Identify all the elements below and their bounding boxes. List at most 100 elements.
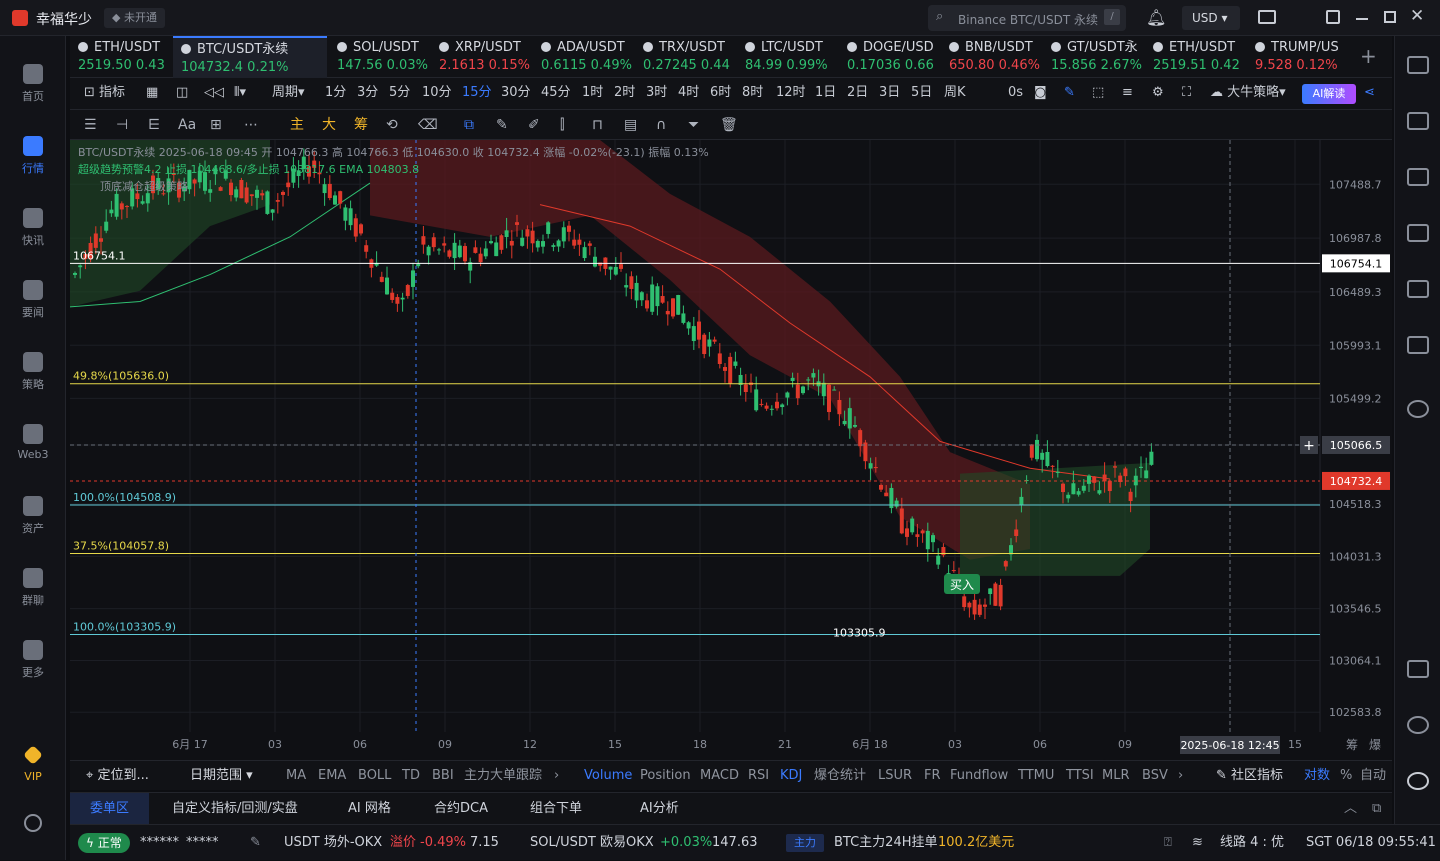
edit-icon[interactable]: ✎ <box>250 825 261 861</box>
settings-icon[interactable] <box>24 814 42 832</box>
pen-icon[interactable]: ✎ <box>1064 78 1075 110</box>
sub-kdj[interactable]: KDJ <box>780 761 802 791</box>
indicator-ema[interactable]: EMA <box>318 761 346 791</box>
ticker-tab-active[interactable]: BTC/USDT永续 104732.4 0.21% <box>173 36 327 78</box>
sub-mlr[interactable]: MLR <box>1102 761 1130 791</box>
tab-contract-dca[interactable]: 合约DCA <box>434 793 488 825</box>
dollar-icon[interactable] <box>1407 168 1429 186</box>
mail-icon[interactable] <box>1258 10 1276 24</box>
chart-canvas[interactable]: 107488.7 106987.8 106489.3 105993.1 105499.2… <box>69 140 1392 760</box>
indicator-td[interactable]: TD <box>402 761 420 791</box>
indicator-bbi[interactable]: BBI <box>432 761 454 791</box>
watchlist-icon[interactable] <box>1407 56 1429 74</box>
pencil-icon[interactable]: ✎ <box>496 110 508 140</box>
interval-4h[interactable]: 4时 <box>678 78 699 110</box>
ticker-tab[interactable]: ADA/USDT 0.6115 0.49% <box>533 36 635 78</box>
tab-ai-grid[interactable]: AI 网格 <box>348 793 391 825</box>
camera-icon[interactable]: ◙ <box>1034 78 1047 110</box>
chevron-right-icon[interactable]: › <box>1178 761 1183 791</box>
candles-icon[interactable]: ⫿ <box>560 110 564 140</box>
ticker-tab[interactable]: XRP/USDT 2.1613 0.15% <box>431 36 533 78</box>
search-box[interactable]: ⌕ Binance BTC/USDT 永续 / <box>928 5 1126 31</box>
monitor-icon[interactable] <box>1407 280 1429 298</box>
interval-3m[interactable]: 3分 <box>357 78 378 110</box>
sidebar-item-flash-news[interactable]: 快讯 <box>0 208 66 268</box>
price-chart[interactable]: 107488.7 106987.8 106489.3 105993.1 105499.2… <box>69 140 1392 760</box>
trend-icon[interactable] <box>1407 224 1429 242</box>
chart-type-icon[interactable]: ⫴▾ <box>234 78 246 110</box>
menu-icon[interactable]: ☰ <box>84 110 97 140</box>
more-tools-icon[interactable]: ⋯ <box>244 110 258 140</box>
interval-30m[interactable]: 30分 <box>501 78 531 110</box>
add-tab-icon[interactable]: + <box>1360 44 1377 68</box>
currency-select[interactable]: USD ▾ <box>1182 6 1240 30</box>
sub-rsi[interactable]: RSI <box>748 761 769 791</box>
interval-2d[interactable]: 2日 <box>847 78 868 110</box>
interval-1m[interactable]: 1分 <box>325 78 346 110</box>
trash-icon[interactable]: 🗑︎ <box>720 110 738 140</box>
brush-icon[interactable]: ✐ <box>528 110 540 140</box>
ticker-tab[interactable]: TRUMP/US 9.528 0.12% <box>1247 36 1347 78</box>
popout-icon[interactable] <box>1326 10 1340 24</box>
sub-fr[interactable]: FR <box>924 761 941 791</box>
sidebar-item-group-chat[interactable]: 群聊 <box>0 568 66 628</box>
sub-position[interactable]: Position <box>640 761 691 791</box>
ticker-tab[interactable]: ETH/USDT 2519.51 0.42 <box>1145 36 1247 78</box>
ticker-tab[interactable]: ETH/USDT 2519.50 0.43 <box>70 36 173 78</box>
indicator-main-order[interactable]: 主力大单跟踪 <box>464 761 542 791</box>
interval-2h[interactable]: 2时 <box>614 78 635 110</box>
trend-lines-icon[interactable]: ⋿ <box>148 110 160 140</box>
interval-3d[interactable]: 3日 <box>879 78 900 110</box>
share-icon[interactable]: ⋖ <box>1364 78 1375 110</box>
sidebar-item-more[interactable]: 更多 <box>0 640 66 700</box>
gear-icon[interactable]: ⚙ <box>1152 78 1164 110</box>
interval-10m[interactable]: 10分 <box>422 78 452 110</box>
interval-1d[interactable]: 1日 <box>815 78 836 110</box>
tab-order-area[interactable]: 委单区 <box>70 793 150 825</box>
expand-icon[interactable]: ⛶ <box>1182 78 1191 110</box>
card-icon[interactable] <box>1407 336 1429 354</box>
sub-volume[interactable]: Volume <box>584 761 632 791</box>
sidebar-item-headlines[interactable]: 要闻 <box>0 280 66 340</box>
bell-icon[interactable]: 🔔︎ <box>1146 8 1166 27</box>
sidebar-item-market[interactable]: 行情 <box>0 136 66 196</box>
calendar-icon[interactable]: ▦ <box>146 78 158 110</box>
ticker-tab[interactable]: GT/USDT永 15.856 2.67% <box>1043 36 1145 78</box>
layout-panel-icon[interactable] <box>1407 660 1429 678</box>
ruler-icon[interactable]: ⊞ <box>210 110 222 140</box>
percent-scale-toggle[interactable]: % <box>1340 761 1352 791</box>
chevron-up-icon[interactable]: ︿ <box>1344 793 1357 825</box>
interval-12h[interactable]: 12时 <box>776 78 806 110</box>
ticker-tab[interactable]: SOL/USDT 147.56 0.03% <box>329 36 431 78</box>
fullscreen-window-icon[interactable]: ⬚ <box>1092 78 1104 110</box>
tab-ai-analysis[interactable]: AI分析 <box>640 793 679 825</box>
locate-button[interactable]: ⌖ 定位到... <box>86 761 149 791</box>
vip-status-badge[interactable]: ◆ 未开通 <box>104 8 165 28</box>
big-order-toggle[interactable]: 大 <box>322 110 336 140</box>
headset-icon[interactable] <box>1407 716 1429 734</box>
chip-distribution-toggle[interactable]: 筹 <box>354 110 368 140</box>
interval-15m[interactable]: 15分 <box>462 78 492 110</box>
filter-icon[interactable]: ⏷ <box>688 110 699 140</box>
lock-icon[interactable]: ⊓ <box>592 110 603 140</box>
sub-ttsi[interactable]: TTSI <box>1066 761 1094 791</box>
eraser-icon[interactable]: ⌫ <box>418 110 438 140</box>
tab-combo-order[interactable]: 组合下单 <box>530 793 582 825</box>
indicator-ma[interactable]: MA <box>286 761 306 791</box>
magnet-icon[interactable]: ∩ <box>656 110 666 140</box>
sub-bsv[interactable]: BSV <box>1142 761 1168 791</box>
sub-liquidation[interactable]: 爆仓统计 <box>814 761 866 791</box>
period-select[interactable]: 周期▾ <box>272 78 305 110</box>
sub-ttmu[interactable]: TTMU <box>1018 761 1054 791</box>
sub-fundflow[interactable]: Fundflow <box>950 761 1008 791</box>
popout-panel-icon[interactable]: ⧉ <box>1372 793 1381 825</box>
cycle-icon[interactable]: ⟲ <box>386 110 398 140</box>
date-range-select[interactable]: 日期范围 ▾ <box>190 761 253 791</box>
tab-custom-indicators[interactable]: 自定义指标/回测/实盘 <box>172 793 298 825</box>
interval-6h[interactable]: 6时 <box>710 78 731 110</box>
replay-icon[interactable]: ◁◁ <box>204 78 224 110</box>
sub-lsur[interactable]: LSUR <box>878 761 912 791</box>
sidebar-item-vip[interactable]: VIP <box>0 745 66 808</box>
interval-week[interactable]: 周K <box>944 78 966 110</box>
auto-scale-toggle[interactable]: 自动 <box>1360 761 1386 791</box>
